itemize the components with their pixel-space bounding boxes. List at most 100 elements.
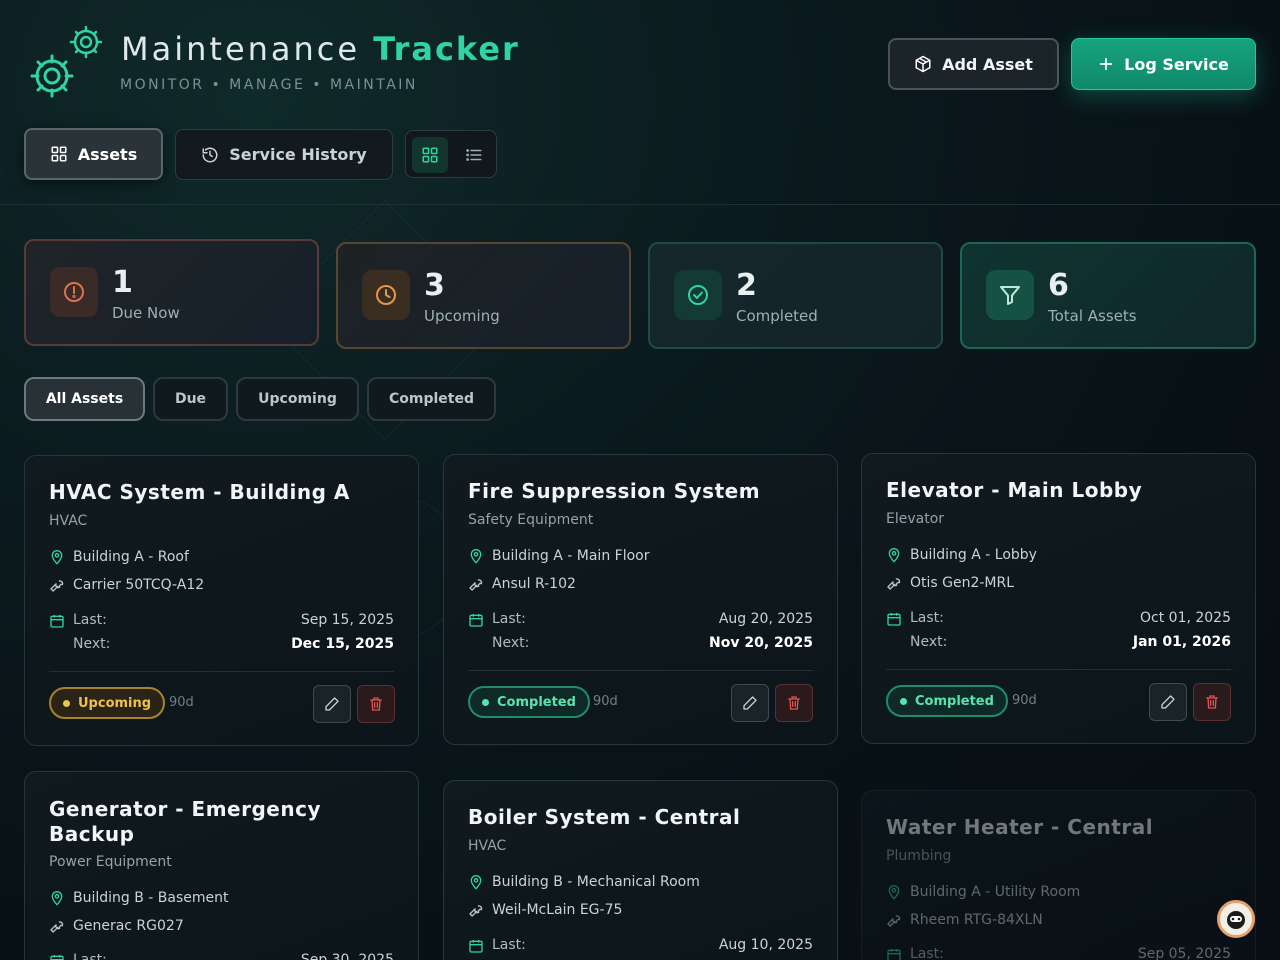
asset-name: Water Heater - Central (886, 815, 1154, 839)
grid-icon (422, 147, 438, 163)
asset-category: Safety Equipment (468, 512, 594, 528)
asset-card[interactable]: Generator - Emergency Backup Power Equip… (24, 771, 419, 960)
asset-category: HVAC (468, 838, 507, 854)
stat-card-due[interactable]: 1 Due Now (24, 239, 319, 346)
last-label: Last: (910, 946, 944, 960)
asset-location: Building A - Main Floor (492, 548, 650, 564)
status-text: Upcoming (78, 695, 152, 711)
delete-button[interactable] (357, 685, 395, 723)
last-service-date: Aug 20, 2025 (718, 611, 813, 627)
last-service-date: Sep 05, 2025 (1137, 946, 1231, 960)
list-view-button[interactable] (456, 137, 492, 173)
log-service-button[interactable]: Log Service (1071, 38, 1256, 90)
last-label: Last: (492, 611, 526, 627)
stat-completed-label: Completed (736, 307, 818, 325)
view-toggle (405, 130, 497, 178)
asset-model-row: Rheem RTG-84XLN (886, 910, 1043, 930)
filter-due[interactable]: Due (153, 377, 228, 421)
last-service-date: Sep 15, 2025 (300, 612, 394, 628)
delete-button[interactable] (1193, 683, 1231, 721)
asset-category: Elevator (886, 511, 945, 527)
last-service-date: Aug 10, 2025 (718, 937, 813, 953)
asset-location-row: Building B - Mechanical Room (468, 872, 700, 892)
alert-circle-icon (50, 267, 98, 317)
asset-location: Building A - Lobby (910, 547, 1037, 563)
card-divider (468, 670, 813, 671)
trash-icon (788, 696, 800, 710)
app-header: Maintenance Tracker MONITOR • MANAGE • M… (0, 0, 1280, 205)
stat-card-upcoming[interactable]: 3 Upcoming (336, 242, 631, 349)
next-label: Next: (73, 636, 111, 652)
assistant-avatar[interactable] (1217, 900, 1255, 938)
last-service-date: Sep 30, 2025 (300, 952, 394, 960)
calendar-icon (50, 955, 64, 960)
next-service-date: Jan 01, 2026 (1132, 634, 1231, 650)
grid-icon (51, 146, 67, 162)
last-service-date: Oct 01, 2025 (1140, 610, 1231, 626)
check-circle-icon (674, 270, 722, 320)
status-badge: Completed (468, 686, 590, 718)
asset-name: Elevator - Main Lobby (886, 478, 1143, 502)
edit-button[interactable] (1149, 683, 1187, 721)
stat-upcoming-count: 3 (424, 268, 445, 303)
tab-assets[interactable]: Assets (24, 128, 163, 180)
status-badge: Upcoming (49, 687, 166, 719)
wrench-icon (50, 580, 64, 592)
asset-card[interactable]: Elevator - Main Lobby Elevator Building … (861, 453, 1256, 744)
page-title: Maintenance Tracker (121, 30, 520, 68)
title-accent: Tracker (373, 30, 520, 68)
wrench-icon (469, 905, 483, 917)
trash-icon (1206, 695, 1218, 709)
asset-model: Carrier 50TCQ-A12 (73, 577, 205, 593)
asset-location: Building B - Basement (73, 890, 229, 906)
map-pin-icon (470, 549, 482, 564)
card-divider (886, 669, 1231, 670)
box-icon (915, 55, 931, 73)
trash-icon (370, 697, 382, 711)
status-dot (900, 697, 907, 705)
asset-location-row: Building A - Utility Room (886, 882, 1080, 902)
asset-model: Rheem RTG-84XLN (910, 912, 1043, 928)
filter-all-assets[interactable]: All Assets (24, 377, 145, 421)
asset-model-row: Generac RG027 (49, 916, 184, 936)
service-interval: 90d (169, 695, 194, 710)
stat-upcoming-label: Upcoming (424, 307, 500, 325)
delete-button[interactable] (775, 684, 813, 722)
asset-category: HVAC (49, 513, 88, 529)
add-asset-button[interactable]: Add Asset (888, 38, 1059, 90)
stat-card-total[interactable]: 6 Total Assets (960, 242, 1256, 349)
asset-model-row: Ansul R-102 (468, 574, 576, 594)
stat-card-completed[interactable]: 2 Completed (648, 242, 943, 349)
asset-location: Building A - Roof (73, 549, 189, 565)
wrench-icon (887, 578, 901, 590)
asset-model-row: Carrier 50TCQ-A12 (49, 575, 204, 595)
asset-card[interactable]: HVAC System - Building A HVAC Building A… (24, 455, 419, 746)
plus-icon (1099, 57, 1113, 71)
asset-card[interactable]: Fire Suppression System Safety Equipment… (443, 454, 838, 745)
asset-model: Weil-McLain EG-75 (492, 902, 623, 918)
next-label: Next: (910, 634, 948, 650)
tab-assets-label: Assets (77, 144, 138, 164)
tab-history-label: Service History (229, 145, 367, 164)
calendar-icon (887, 949, 901, 960)
next-service-date: Dec 15, 2025 (291, 636, 394, 652)
asset-card[interactable]: Boiler System - Central HVAC Building B … (443, 780, 838, 960)
wrench-icon (469, 579, 483, 591)
asset-name: HVAC System - Building A (49, 480, 350, 504)
edit-button[interactable] (731, 684, 769, 722)
filter-completed[interactable]: Completed (367, 377, 496, 421)
status-dot (482, 698, 489, 706)
edit-button[interactable] (313, 685, 351, 723)
asset-card[interactable]: Water Heater - Central Plumbing Building… (861, 790, 1256, 960)
calendar-icon (469, 940, 483, 953)
map-pin-icon (888, 885, 900, 900)
wrench-icon (887, 915, 901, 927)
grid-view-button[interactable] (412, 137, 448, 173)
tab-service-history[interactable]: Service History (175, 129, 393, 180)
map-pin-icon (888, 548, 900, 563)
filter-upcoming[interactable]: Upcoming (236, 377, 359, 421)
asset-category: Power Equipment (49, 854, 172, 870)
pencil-icon (1161, 695, 1175, 709)
calendar-icon (887, 613, 901, 626)
history-icon (202, 147, 218, 162)
